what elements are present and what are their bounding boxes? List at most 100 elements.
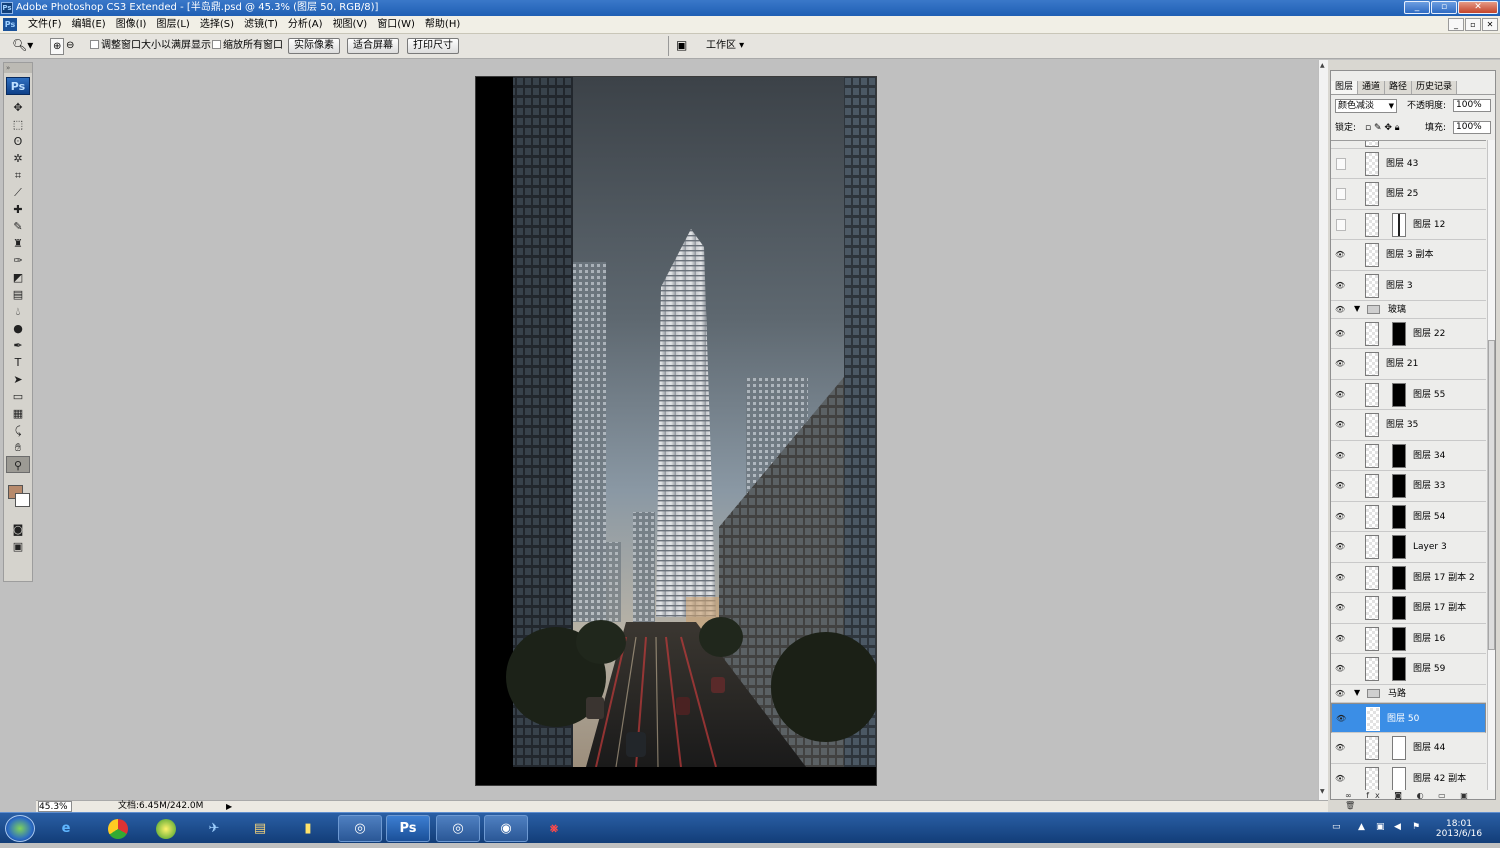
- menu-select[interactable]: 选择(S): [195, 18, 239, 32]
- doc-close-button[interactable]: ✕: [1482, 18, 1498, 31]
- layer-row[interactable]: 👁︎ 图层 55: [1331, 380, 1486, 410]
- layer-row[interactable]: 👁︎ 图层 3 副本: [1331, 240, 1486, 271]
- layer-row[interactable]: 👁︎ 图层 42 副本: [1331, 764, 1486, 790]
- canvas-area[interactable]: [36, 60, 1318, 800]
- clock[interactable]: 18:01 2013/6/16: [1428, 819, 1490, 839]
- layer-row[interactable]: 👁︎ 图层 54: [1331, 502, 1486, 532]
- eye-icon[interactable]: 👁︎: [1335, 635, 1345, 643]
- scroll-down-arrow[interactable]: ▼: [1320, 788, 1325, 795]
- menu-help[interactable]: 帮助(H): [420, 18, 465, 32]
- layer-mask-thumbnail[interactable]: [1392, 566, 1406, 590]
- menu-image[interactable]: 图像(I): [111, 18, 152, 32]
- clone-stamp-tool-icon[interactable]: ♜: [6, 235, 30, 252]
- network-icon[interactable]: ▣: [1376, 822, 1385, 832]
- layer-list[interactable]: 图层 43 图层 25 图层 12 👁︎ 图层 3 副本 👁︎ 图层 3 👁︎ …: [1331, 140, 1486, 790]
- zoom-tool-icon[interactable]: 🔍︎▾: [12, 38, 33, 55]
- brush-tool-icon[interactable]: ✎: [6, 218, 30, 235]
- crop-tool-icon[interactable]: ⌗: [6, 167, 30, 184]
- hand-tool-icon[interactable]: ✋︎: [6, 439, 30, 456]
- layer-row[interactable]: 👁︎ 图层 44: [1331, 733, 1486, 764]
- opacity-field[interactable]: 100%: [1453, 99, 1491, 112]
- layer-mask-thumbnail[interactable]: [1392, 383, 1406, 407]
- layer-group-row[interactable]: 👁︎ ▼ 玻璃: [1331, 301, 1486, 319]
- visibility-toggle[interactable]: [1336, 158, 1346, 170]
- layer-mask-thumbnail[interactable]: [1392, 444, 1406, 468]
- photoshop-taskbar-button[interactable]: Ps: [386, 815, 430, 842]
- eye-icon[interactable]: 👁︎: [1335, 543, 1345, 551]
- layers-footer-icons[interactable]: ∞ fx ◙ ◐ ▭ ▣ 🗑︎: [1331, 791, 1495, 810]
- document-icon[interactable]: Ps: [3, 18, 17, 31]
- eye-icon[interactable]: 👁︎: [1335, 574, 1345, 582]
- bridge-icon[interactable]: ▣: [676, 38, 687, 55]
- eye-icon[interactable]: 👁︎: [1335, 452, 1345, 460]
- zoom-out-icon[interactable]: ⊖: [66, 38, 74, 55]
- tray-arrow-icon[interactable]: ▲: [1358, 822, 1365, 832]
- menu-edit[interactable]: 编辑(E): [67, 18, 111, 32]
- layer-row[interactable]: 👁︎ 图层 17 副本: [1331, 593, 1486, 624]
- actual-pixels-button[interactable]: 实际像素: [288, 38, 340, 54]
- layer-row[interactable]: 👁︎ 图层 35: [1331, 410, 1486, 441]
- fill-field[interactable]: 100%: [1453, 121, 1491, 134]
- move-tool-icon[interactable]: ✥: [6, 99, 30, 116]
- history-brush-tool-icon[interactable]: ✑: [6, 252, 30, 269]
- eyedropper-tool-icon[interactable]: ⤹: [6, 422, 30, 439]
- background-color-swatch[interactable]: [15, 493, 30, 507]
- zoom-tool-icon[interactable]: ⚲: [6, 456, 30, 473]
- blend-mode-select[interactable]: 颜色减淡 ▼: [1335, 99, 1397, 113]
- airplane-icon[interactable]: ✈: [192, 815, 236, 842]
- app-icon-3dsmax[interactable]: ◎: [338, 815, 382, 842]
- app-icon-3dsmax-2[interactable]: ◎: [436, 815, 480, 842]
- tab-channels[interactable]: 通道: [1358, 81, 1386, 94]
- layer-mask-thumbnail[interactable]: [1392, 535, 1406, 559]
- print-size-button[interactable]: 打印尺寸: [407, 38, 459, 54]
- healing-brush-tool-icon[interactable]: ✚: [6, 201, 30, 218]
- layer-row[interactable]: 👁︎ 图层 33: [1331, 471, 1486, 502]
- close-button[interactable]: ✕: [1458, 1, 1498, 14]
- zoom-level-field[interactable]: 45.3%: [38, 801, 72, 812]
- keyboard-icon[interactable]: ▭: [1332, 822, 1341, 832]
- eye-icon[interactable]: 👁︎: [1335, 282, 1345, 290]
- menu-view[interactable]: 视图(V): [328, 18, 373, 32]
- slice-tool-icon[interactable]: ⟋: [6, 184, 30, 201]
- eye-icon[interactable]: 👁︎: [1335, 482, 1345, 490]
- zoom-in-icon[interactable]: ⊕: [50, 38, 65, 55]
- document-size-info[interactable]: 文档:6.45M/242.0M: [118, 801, 203, 812]
- type-tool-icon[interactable]: T: [6, 354, 30, 371]
- workspace-menu[interactable]: 工作区 ▾: [706, 38, 744, 55]
- resize-windows-checkbox[interactable]: [90, 40, 99, 49]
- layer-row[interactable]: 👁︎ 图层 3: [1331, 271, 1486, 301]
- folder-icon[interactable]: ▤: [238, 815, 282, 842]
- lock-icons[interactable]: ▫ ✎ ✥ 🔒︎: [1365, 121, 1400, 135]
- layer-row[interactable]: 图层 25: [1331, 179, 1486, 210]
- eraser-tool-icon[interactable]: ◩: [6, 269, 30, 286]
- notes-icon[interactable]: ▮: [286, 815, 330, 842]
- layer-mask-thumbnail[interactable]: [1392, 736, 1406, 760]
- toolbox-grip[interactable]: »: [4, 63, 32, 73]
- layer-row[interactable]: 👁︎ 图层 17 副本 2: [1331, 563, 1486, 593]
- expand-triangle-icon[interactable]: ▼: [1354, 688, 1360, 697]
- shape-tool-icon[interactable]: ▭: [6, 388, 30, 405]
- layer-mask-thumbnail[interactable]: [1392, 627, 1406, 651]
- layer-row[interactable]: 图层 43: [1331, 149, 1486, 179]
- scroll-thumb[interactable]: [1488, 340, 1495, 650]
- menu-file[interactable]: 文件(F): [23, 18, 67, 32]
- maximize-button[interactable]: ▫: [1431, 1, 1457, 14]
- layer-row[interactable]: 图层 12: [1331, 210, 1486, 240]
- eye-icon[interactable]: 👁︎: [1335, 421, 1345, 429]
- menu-filter[interactable]: 滤镜(T): [239, 18, 283, 32]
- layer-row[interactable]: 👁︎ 图层 34: [1331, 441, 1486, 471]
- layer-row[interactable]: 👁︎ 图层 59: [1331, 654, 1486, 685]
- notes-tool-icon[interactable]: ▦: [6, 405, 30, 422]
- lasso-tool-icon[interactable]: ʘ: [6, 133, 30, 150]
- path-selection-tool-icon[interactable]: ➤: [6, 371, 30, 388]
- layer-row[interactable]: 👁︎ Layer 3: [1331, 532, 1486, 563]
- eye-icon[interactable]: 👁︎: [1335, 306, 1345, 314]
- tab-paths[interactable]: 路径: [1385, 81, 1413, 94]
- ps-logo[interactable]: Ps: [6, 77, 30, 95]
- eye-icon[interactable]: 👁︎: [1335, 513, 1345, 521]
- scroll-up-arrow[interactable]: ▲: [1320, 62, 1325, 69]
- layer-mask-thumbnail[interactable]: [1392, 505, 1406, 529]
- photoshop-app-icon[interactable]: Ps: [1, 2, 13, 14]
- expand-triangle-icon[interactable]: ▼: [1354, 304, 1360, 313]
- volume-icon[interactable]: ◀︎: [1394, 822, 1401, 832]
